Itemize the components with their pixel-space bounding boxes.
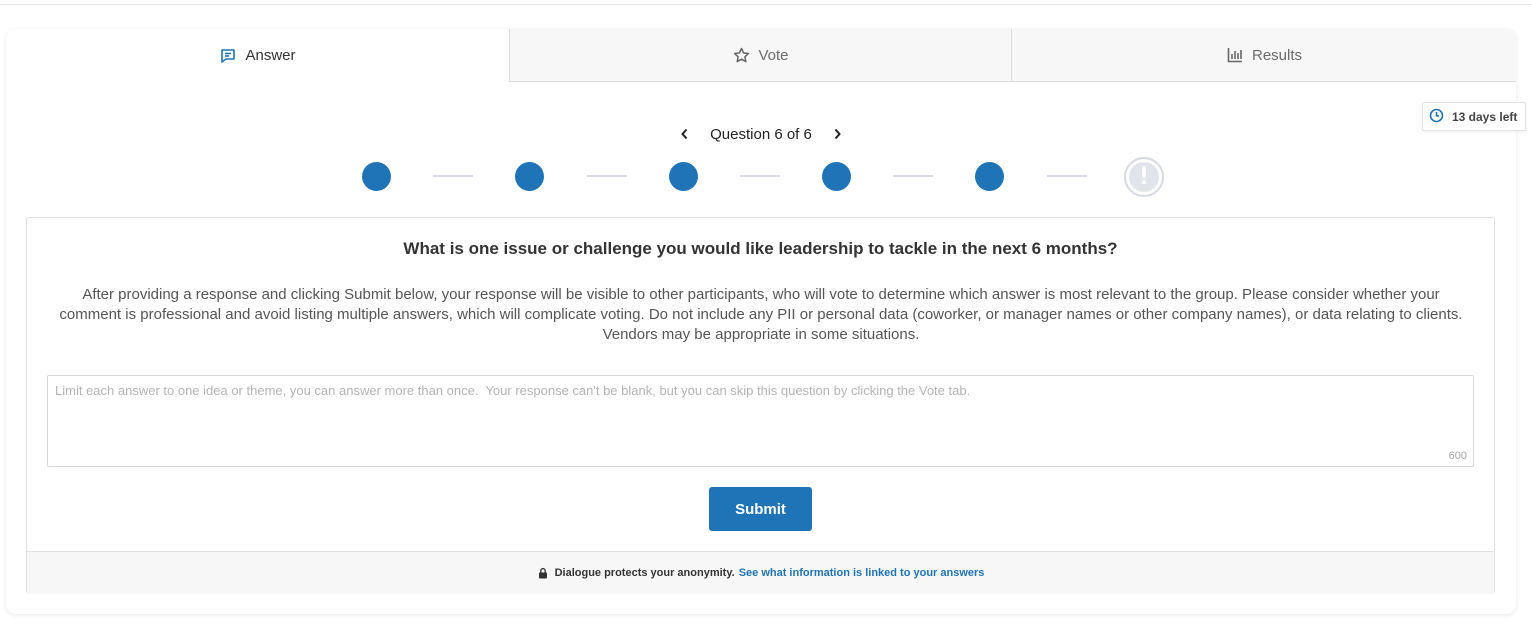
tab-vote-label: Vote — [758, 46, 789, 64]
submit-button[interactable]: Submit — [709, 487, 812, 531]
linked-information-link[interactable]: See what information is linked to your a… — [739, 567, 985, 579]
previous-question-button[interactable] — [676, 124, 692, 144]
tab-results-label: Results — [1251, 46, 1303, 64]
step-1-complete[interactable] — [362, 162, 391, 191]
tab-bar: Answer Vote Results — [6, 29, 1516, 82]
deadline-badge: 13 days left — [1422, 102, 1526, 131]
step-5-complete[interactable] — [975, 162, 1004, 191]
answer-box: 600 — [47, 375, 1474, 467]
step-6-current[interactable] — [1124, 157, 1164, 197]
answer-input[interactable] — [48, 376, 1473, 466]
character-limit: 600 — [1448, 450, 1467, 462]
step-4-complete[interactable] — [822, 162, 851, 191]
step-connector — [893, 175, 933, 177]
comment-icon — [219, 47, 237, 65]
star-icon — [732, 46, 750, 64]
tab-answer[interactable]: Answer — [6, 29, 509, 82]
next-question-button[interactable] — [830, 124, 846, 144]
question-instructions: After providing a response and clicking … — [59, 286, 1463, 343]
anonymity-note: Dialogue protects your anonymity. — [554, 567, 735, 579]
tab-results[interactable]: Results — [1011, 29, 1516, 82]
step-connector — [587, 175, 627, 177]
step-connector — [433, 175, 473, 177]
step-3-complete[interactable] — [669, 162, 698, 191]
question-panel: What is one issue or challenge you would… — [26, 217, 1495, 594]
deadline-label: 13 days left — [1452, 109, 1518, 124]
bar-chart-icon — [1226, 46, 1244, 64]
exclamation-icon — [1141, 165, 1147, 190]
lock-icon — [537, 567, 549, 579]
tab-vote[interactable]: Vote — [509, 29, 1011, 82]
step-2-complete[interactable] — [515, 162, 544, 191]
top-divider — [0, 4, 1532, 5]
anonymity-footer: Dialogue protects your anonymity. See wh… — [27, 551, 1494, 594]
question-navigator: Question 6 of 6 — [676, 123, 846, 145]
question-title: What is one issue or challenge you would… — [403, 239, 1118, 258]
step-connector — [1047, 175, 1087, 177]
dialogue-card: Answer Vote Results 13 days left Questio… — [6, 29, 1526, 614]
clock-icon — [1429, 108, 1444, 126]
tab-answer-label: Answer — [245, 47, 296, 64]
step-connector — [740, 175, 780, 177]
question-counter: Question 6 of 6 — [710, 125, 812, 143]
